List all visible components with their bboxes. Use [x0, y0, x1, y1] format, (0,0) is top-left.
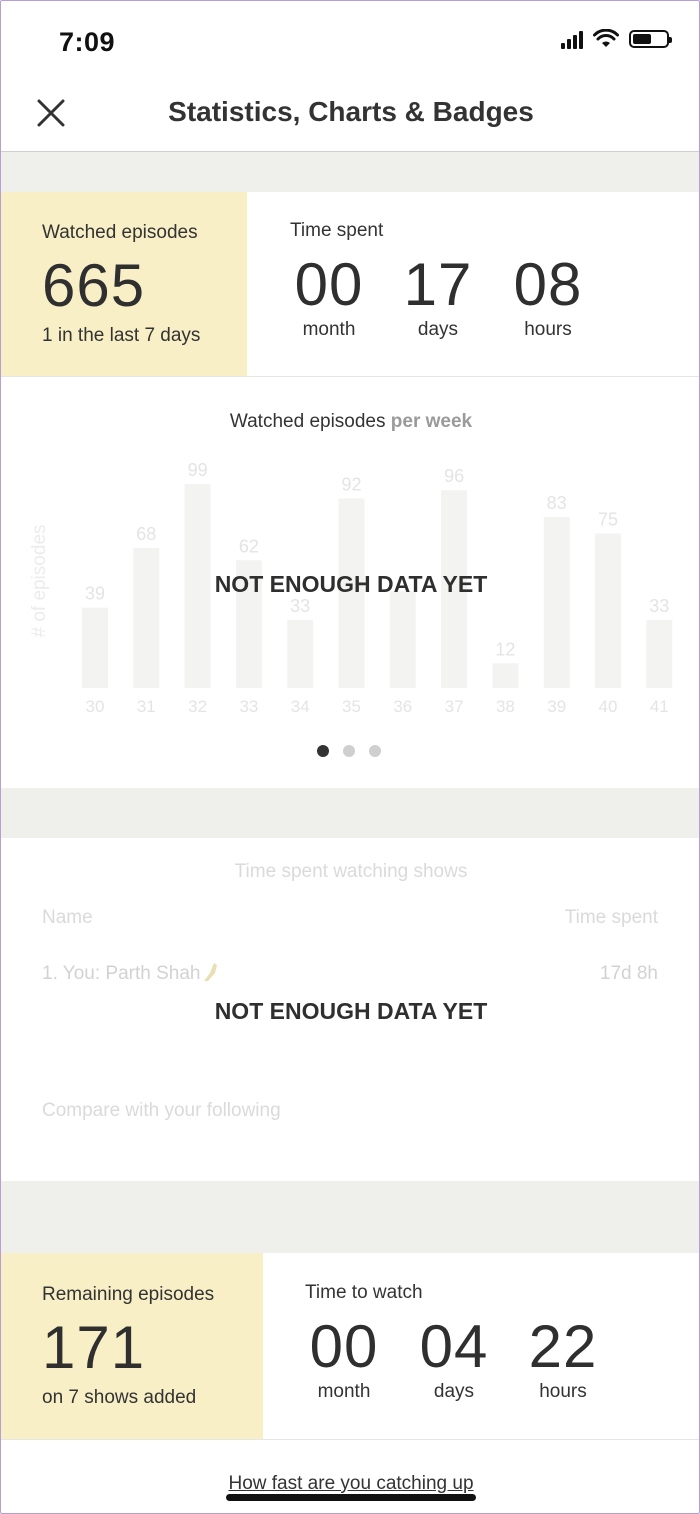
time-spent-hours: 08 hours [503, 253, 593, 341]
time-value: 00 [309, 1313, 379, 1380]
section-spacer [1, 1181, 699, 1253]
table-row-time: 17d 8h [599, 963, 658, 984]
time-spent-label: Time spent [290, 220, 384, 241]
time-table-col-name: Name [42, 907, 93, 928]
table-empty-overlay: NOT ENOUGH DATA YET [214, 998, 488, 1024]
section-spacer [1, 152, 699, 192]
bar-value-label: 99 [188, 460, 208, 480]
x-tick-label: 30 [86, 697, 105, 716]
time-spent-days: 17 days [393, 253, 483, 341]
pager-dot[interactable] [369, 745, 381, 757]
time-unit: month [317, 1381, 371, 1402]
chart-empty-overlay: NOT ENOUGH DATA YET [214, 571, 488, 597]
remaining-shows-count: on 7 shows added [42, 1387, 197, 1408]
pager-dot[interactable] [343, 745, 355, 757]
home-indicator[interactable] [226, 1494, 476, 1501]
status-time: 7:09 [59, 27, 116, 57]
bar-value-label: 83 [547, 493, 567, 513]
x-tick-label: 37 [445, 697, 464, 716]
bar-value-label: 33 [290, 596, 310, 616]
chart-bar [133, 547, 160, 688]
chart-title-period: per week [390, 411, 473, 432]
x-tick-label: 31 [137, 697, 156, 716]
time-value: 08 [513, 251, 583, 318]
divider [1, 376, 699, 377]
time-value: 17 [403, 251, 473, 318]
time-to-watch-months: 00 month [299, 1315, 389, 1403]
time-value: 22 [528, 1313, 598, 1380]
page-title: Statistics, Charts & Badges [168, 96, 534, 127]
time-value: 00 [294, 251, 364, 318]
chart-pager[interactable] [317, 745, 381, 757]
battery-icon [629, 30, 672, 48]
chart-bar [492, 663, 519, 688]
chart-bar [646, 620, 673, 688]
time-to-watch-hours: 22 hours [518, 1315, 608, 1403]
time-unit: month [302, 319, 356, 340]
cellular-signal-icon [561, 29, 583, 49]
time-unit: hours [539, 1381, 587, 1402]
app-screen: 7:09 Statistics, Charts & Badges Watched… [0, 0, 700, 1514]
section-spacer [1, 788, 699, 838]
bar-value-label: 33 [649, 596, 669, 616]
x-tick-label: 33 [239, 697, 258, 716]
wifi-icon [593, 29, 619, 47]
chart-bar [389, 591, 416, 688]
bar-value-label: 62 [239, 536, 259, 556]
x-tick-label: 36 [393, 697, 412, 716]
table-row-name: 1. You: Parth Shah [42, 963, 201, 984]
watched-episodes-count: 665 [42, 252, 146, 319]
divider [1, 1439, 699, 1440]
pager-dot[interactable] [317, 745, 329, 757]
chart-bar [595, 533, 621, 688]
x-tick-label: 40 [599, 697, 618, 716]
time-unit: hours [524, 319, 572, 340]
chart-bar [287, 620, 314, 688]
remaining-episodes-count: 171 [42, 1314, 146, 1381]
status-icons [561, 29, 672, 49]
time-to-watch-label: Time to watch [305, 1282, 423, 1303]
time-spent-months: 00 month [284, 253, 374, 341]
remaining-episodes-label: Remaining episodes [42, 1284, 215, 1305]
x-tick-label: 32 [188, 697, 207, 716]
x-tick-label: 39 [547, 697, 566, 716]
bar-value-label: 68 [136, 524, 156, 544]
thumbs-up-icon [204, 963, 217, 981]
chart-title-main: Watched episodes [229, 411, 386, 432]
x-tick-label: 35 [342, 697, 361, 716]
time-unit: days [417, 319, 459, 340]
x-tick-label: 38 [496, 697, 515, 716]
x-tick-label: 41 [650, 697, 669, 716]
bar-value-label: 96 [444, 466, 464, 486]
watched-episodes-label: Watched episodes [42, 222, 198, 243]
x-tick-label: 34 [291, 697, 310, 716]
catching-up-link[interactable]: How fast are you catching up [1, 1473, 699, 1495]
time-table-title: Time spent watching shows [234, 861, 468, 882]
chart-bar [82, 607, 108, 688]
bar-value-label: 92 [341, 474, 361, 494]
bar-value-label: 75 [598, 510, 618, 530]
time-to-watch-days: 04 days [409, 1315, 499, 1403]
chart-title: Watched episodes per week [1, 411, 699, 433]
bar-value-label: 12 [495, 639, 515, 659]
compare-following-link[interactable]: Compare with your following [42, 1100, 281, 1122]
chart-bar [543, 517, 570, 688]
watched-episodes-recent: 1 in the last 7 days [42, 325, 201, 346]
time-value: 04 [419, 1313, 489, 1380]
time-unit: days [433, 1381, 475, 1402]
time-table-col-time: Time spent [564, 907, 658, 928]
